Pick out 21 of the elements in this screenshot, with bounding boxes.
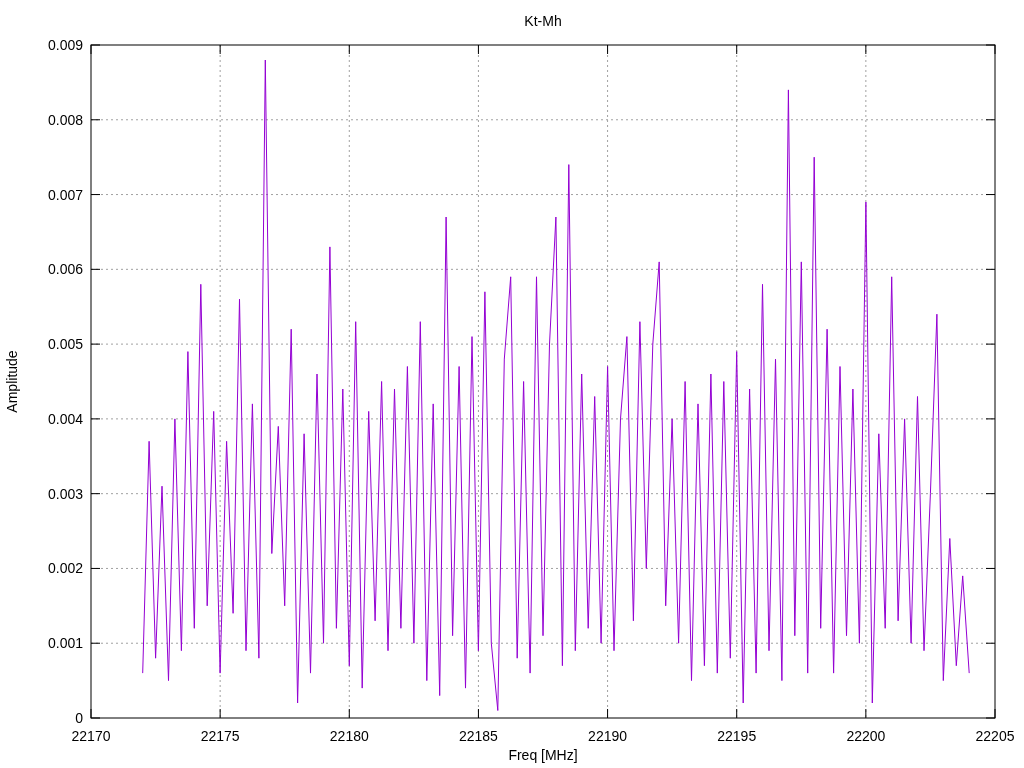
x-tick-label: 22185 (458, 728, 498, 744)
x-axis-label: Freq [MHz] (508, 747, 578, 763)
x-tick-label: 22180 (329, 728, 369, 744)
x-tick-label: 22200 (846, 728, 886, 744)
y-axis-label: Amplitude (4, 350, 20, 413)
y-tick-label: 0 (75, 710, 83, 726)
x-tick-label: 22195 (717, 728, 757, 744)
y-tick-label: 0.006 (47, 261, 83, 278)
x-tick-label: 22205 (975, 728, 1015, 744)
y-tick-label: 0.005 (47, 336, 83, 353)
x-tick-label: 22190 (588, 728, 628, 744)
y-tick-label: 0.003 (47, 485, 83, 502)
y-tick-label: 0.009 (47, 37, 83, 53)
y-tick-label: 0.008 (47, 111, 83, 128)
x-tick-label: 22175 (200, 728, 240, 744)
y-tick-label: 0.001 (47, 635, 83, 652)
y-tick-label: 0.004 (47, 410, 83, 427)
chart-title: Kt-Mh (524, 13, 562, 29)
y-tick-label: 0.007 (47, 186, 83, 203)
x-tick-label: 22170 (71, 728, 111, 744)
y-tick-label: 0.002 (47, 560, 83, 577)
